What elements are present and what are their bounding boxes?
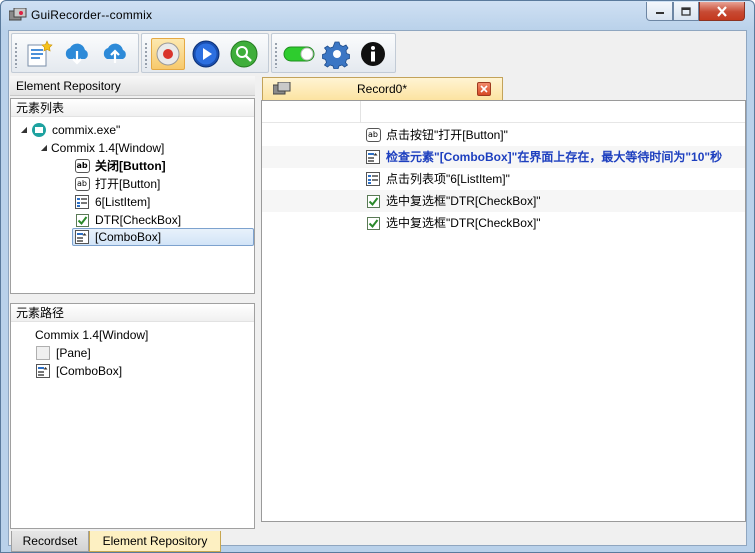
step-text: 选中复选框"DTR[CheckBox]" [386, 194, 541, 208]
tree-node-combobox[interactable]: [ComboBox] [72, 228, 254, 246]
settings-icon [322, 41, 350, 69]
checkbox-icon [365, 215, 381, 231]
close-icon [480, 85, 488, 93]
tree-node-label: Commix 1.4[Window] [51, 141, 165, 155]
tab-close-button[interactable] [477, 82, 491, 96]
step-row[interactable]: 选中复选框"DTR[CheckBox]" [262, 190, 745, 212]
element-path-title: 元素路径 [11, 304, 254, 322]
step-text: 检查元素"[ComboBox]"在界面上存在，最大等待时间为"10"秒 [386, 150, 723, 164]
tab-element-repository[interactable]: Element Repository [89, 531, 221, 552]
tree-node-checkbox[interactable]: DTR[CheckBox] [74, 211, 181, 229]
listitem-icon [365, 171, 381, 187]
path-node-label: Commix 1.4[Window] [35, 328, 149, 342]
toggle-icon [283, 46, 315, 62]
play-icon [192, 40, 220, 68]
title-bar[interactable]: GuiRecorder--commix [1, 1, 754, 29]
step-row[interactable]: 检查元素"[ComboBox]"在界面上存在，最大等待时间为"10"秒 [262, 146, 745, 168]
play-button[interactable] [189, 38, 223, 70]
expand-arrow-icon[interactable]: ◢ [37, 139, 51, 157]
step-row[interactable]: 选中复选框"DTR[CheckBox]" [262, 212, 745, 234]
info-button[interactable] [356, 38, 390, 70]
close-button[interactable] [699, 2, 745, 21]
tree-node-label: [ComboBox] [95, 230, 162, 244]
tab-label: Record0* [357, 82, 408, 96]
step-text: 点击按钮"打开[Button]" [386, 128, 508, 142]
button-icon: ab [74, 176, 90, 192]
path-node-label: [ComboBox] [56, 364, 123, 378]
combobox-icon [74, 229, 90, 245]
minimize-icon [655, 12, 664, 14]
button-icon: ab [365, 127, 381, 143]
toolbar-grip[interactable] [15, 42, 17, 68]
column-separator[interactable] [360, 101, 361, 123]
inspect-button[interactable] [227, 38, 261, 70]
tab-record0[interactable]: Record0* [262, 77, 503, 100]
download-cloud-icon [65, 43, 88, 65]
tree-node-app[interactable]: ◢ commix.exe" [17, 121, 120, 139]
record-icon [156, 42, 180, 66]
window-title: GuiRecorder--commix [31, 8, 153, 22]
combobox-icon [365, 149, 381, 165]
inspect-icon [230, 40, 258, 68]
app-node-icon [31, 122, 47, 138]
expand-arrow-icon[interactable]: ◢ [17, 121, 31, 139]
step-row[interactable]: ab 点击按钮"打开[Button]" [262, 124, 745, 146]
path-node-combobox[interactable]: [ComboBox] [35, 362, 122, 380]
toolbar-group-file [11, 33, 139, 73]
tree-node-label: 打开[Button] [95, 177, 161, 191]
app-icon [9, 8, 27, 21]
step-text: 点击列表项"6[ListItem]" [386, 172, 510, 186]
record-doc-icon [273, 82, 291, 95]
button-icon: ab [74, 158, 90, 174]
element-list-title: 元素列表 [11, 99, 254, 117]
element-path-panel: 元素路径 Commix 1.4[Window] [Pane] [ComboBox… [10, 303, 255, 529]
tab-recordset[interactable]: Recordset [11, 531, 89, 552]
settings-button[interactable] [319, 38, 353, 70]
status-bar [261, 525, 746, 545]
tree-node-listitem[interactable]: 6[ListItem] [74, 193, 150, 211]
tree-node-label: 6[ListItem] [95, 195, 151, 209]
toolbar-group-options [271, 33, 396, 73]
client-area: Element Repository 元素列表 ◢ commix.exe" ◢ … [8, 30, 747, 552]
step-text: 选中复选框"DTR[CheckBox]" [386, 216, 541, 230]
info-icon [361, 42, 385, 66]
upload-cloud-icon [103, 43, 126, 63]
checkbox-icon [74, 212, 90, 228]
record-editor[interactable]: ab 点击按钮"打开[Button]" 检查元素"[ComboBox]"在界面上… [261, 100, 746, 522]
element-repository-pane: Element Repository 元素列表 ◢ commix.exe" ◢ … [10, 76, 255, 552]
record-button[interactable] [151, 38, 185, 70]
new-script-button[interactable] [22, 38, 56, 70]
pane-icon [35, 345, 51, 361]
app-window: GuiRecorder--commix Element Repository 元… [0, 0, 755, 553]
tree-node-label: commix.exe" [52, 123, 121, 137]
download-button[interactable] [60, 38, 94, 70]
toolbar-grip[interactable] [145, 42, 147, 68]
minimize-button[interactable] [646, 2, 673, 21]
close-icon [717, 5, 727, 17]
tree-node-button[interactable]: ab 关闭[Button] [74, 157, 166, 175]
toggle-button[interactable] [282, 38, 316, 70]
left-bottom-tabs: Recordset Element Repository [10, 531, 255, 552]
tree-node-label: DTR[CheckBox] [95, 213, 182, 227]
path-node-label: [Pane] [56, 346, 91, 360]
step-row[interactable]: 点击列表项"6[ListItem]" [262, 168, 745, 190]
element-list-panel: 元素列表 ◢ commix.exe" ◢ Commix 1.4[Window] … [10, 98, 255, 294]
tree-node-window[interactable]: ◢ Commix 1.4[Window] [37, 139, 164, 157]
panel-header: Element Repository [10, 76, 255, 96]
path-node-window[interactable]: Commix 1.4[Window] [35, 326, 148, 344]
toolbar [11, 32, 401, 75]
combobox-icon [35, 363, 51, 379]
listitem-icon [74, 194, 90, 210]
new-script-icon [27, 40, 53, 67]
tree-node-label: 关闭[Button] [95, 159, 166, 173]
editor-header [262, 101, 745, 123]
path-node-pane[interactable]: [Pane] [35, 344, 91, 362]
maximize-button[interactable] [673, 2, 699, 21]
tree-node-button[interactable]: ab 打开[Button] [74, 175, 160, 193]
toolbar-grip[interactable] [275, 42, 277, 68]
upload-button[interactable] [98, 38, 132, 70]
maximize-icon [681, 6, 691, 16]
toolbar-group-record [141, 33, 269, 73]
checkbox-icon [365, 193, 381, 209]
